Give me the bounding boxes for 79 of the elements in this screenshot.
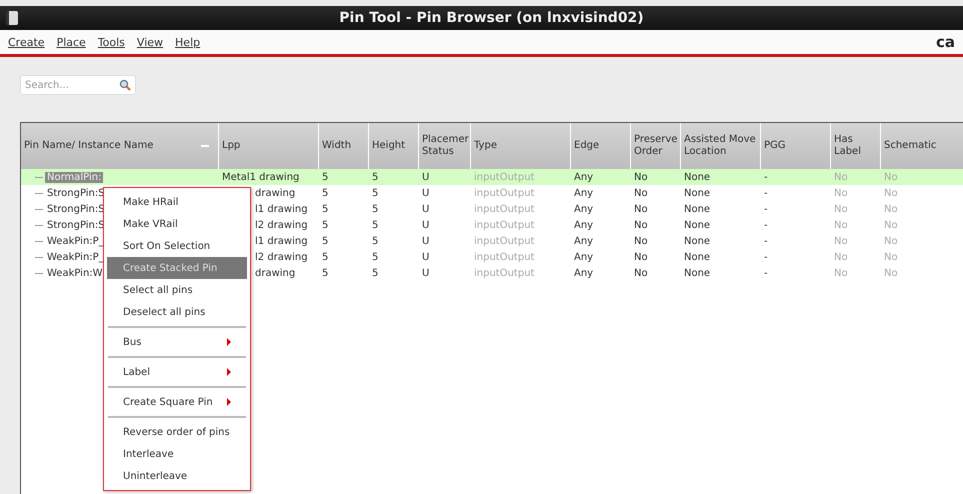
table-cell: Any <box>571 169 631 185</box>
table-cell-text: No <box>833 250 849 264</box>
table-cell-text: - <box>763 234 769 248</box>
table-cell: No <box>881 169 963 185</box>
table-cell-text: 5 <box>321 266 330 280</box>
table-cell: 5 <box>319 169 369 185</box>
table-cell-text: 5 <box>371 234 380 248</box>
table-cell-text: Any <box>573 218 594 232</box>
table-cell-text: No <box>633 250 649 264</box>
table-cell-text: No <box>883 186 899 200</box>
table-cell-text: None <box>683 218 712 232</box>
table-cell-text: U <box>421 186 430 200</box>
table-cell-text: None <box>683 266 712 280</box>
table-cell-text: U <box>421 234 430 248</box>
table-cell-text: l2 drawing <box>254 218 309 232</box>
table-cell-text: Any <box>573 266 594 280</box>
table-cell-text: inputOutput <box>473 234 536 248</box>
table-cell-text: U <box>421 266 430 280</box>
table-cell-text: None <box>683 250 712 264</box>
table-cell-text: None <box>683 234 712 248</box>
table-cell: Metal1 drawing <box>219 169 319 185</box>
table-cell-text: l1 drawing <box>254 234 309 248</box>
table-cell-text: No <box>833 202 849 216</box>
table-cell-text: 5 <box>371 266 380 280</box>
table-cell-text: No <box>833 218 849 232</box>
table-cell-text: No <box>633 218 649 232</box>
table-cell-text: None <box>683 202 712 216</box>
table-cell-text: - <box>763 250 769 264</box>
table-cell-text: l1 drawing <box>254 202 309 216</box>
table-cell: 5 <box>369 169 419 185</box>
table-cell-text: No <box>833 186 849 200</box>
table-cell-text: 5 <box>321 186 330 200</box>
table-cell: None <box>681 169 761 185</box>
window-title: Pin Tool - Pin Browser (on lnxvisind02) <box>338 10 645 26</box>
table-cell-text: inputOutput <box>473 186 536 200</box>
table-cell-text: inputOutput <box>473 250 536 264</box>
table-cell-text: No <box>883 202 899 216</box>
table-cell-text: No <box>883 250 899 264</box>
table-cell: No <box>631 169 681 185</box>
table-cell-text: No <box>833 234 849 248</box>
table-cell-text: U <box>421 250 430 264</box>
table-cell-text: inputOutput <box>473 202 536 216</box>
table-cell: No <box>831 169 881 185</box>
table-cell-text: 5 <box>371 250 380 264</box>
table-cell-text: No <box>633 266 649 280</box>
table-cell-text: No <box>633 186 649 200</box>
table-cell-text: 5 <box>321 202 330 216</box>
table-cell-text: - <box>763 218 769 232</box>
logo: ca <box>936 33 955 51</box>
table-cell-text: drawing <box>254 186 296 200</box>
table-cell-text: - <box>763 266 769 280</box>
table-cell: inputOutput <box>471 169 571 185</box>
table-cell-text: U <box>421 202 430 216</box>
table-cell-text: No <box>883 266 899 280</box>
table-cell-text: Any <box>573 234 594 248</box>
table-cell-text: 5 <box>371 186 380 200</box>
table-cell-text: 5 <box>321 218 330 232</box>
table-cell-text: None <box>683 186 712 200</box>
table-cell: U <box>419 169 471 185</box>
table-cell-text: No <box>633 234 649 248</box>
table-cell-text: No <box>633 202 649 216</box>
table-cell-text: 5 <box>321 234 330 248</box>
table-cell-text: - <box>763 202 769 216</box>
table-cell-text: l2 drawing <box>254 250 309 264</box>
table-cell-text: 5 <box>371 202 380 216</box>
table-cell-text: 5 <box>321 250 330 264</box>
table-cell-text: U <box>421 218 430 232</box>
table-cell-text: - <box>763 186 769 200</box>
table-cell-text: 5 <box>371 218 380 232</box>
table-cell-text: No <box>833 266 849 280</box>
table-cell-text: No <box>883 218 899 232</box>
table-cell-text: Any <box>573 250 594 264</box>
table-cell-text: Any <box>573 202 594 216</box>
table-cell: - <box>761 169 831 185</box>
table-cell-text: drawing <box>254 266 296 280</box>
table-cell-text: Any <box>573 186 594 200</box>
table-cell-text: inputOutput <box>473 218 536 232</box>
table-cell-text: No <box>883 234 899 248</box>
table-cell-text: inputOutput <box>473 266 536 280</box>
